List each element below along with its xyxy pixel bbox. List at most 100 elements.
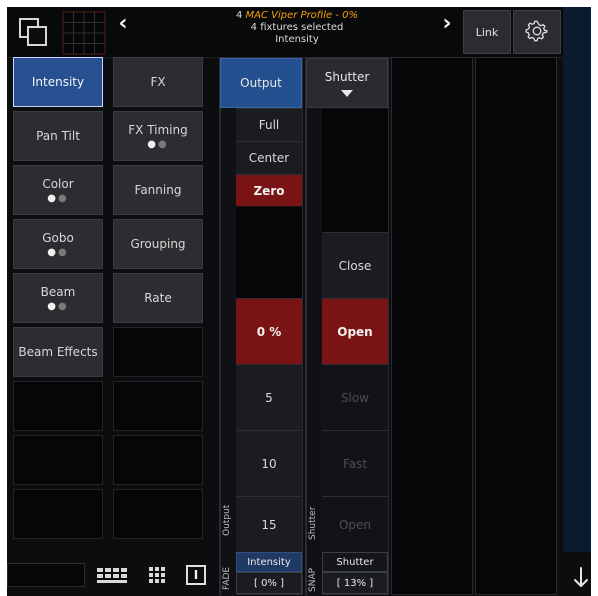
category-fx-button[interactable]: FX xyxy=(113,57,203,107)
category-beam-dots: ●● xyxy=(47,301,69,312)
title-fixtures-selected: 4 fixtures selected xyxy=(250,22,344,33)
empty-slot[interactable] xyxy=(113,435,203,485)
empty-slot[interactable] xyxy=(13,381,103,431)
output-footer-value-label: [ 0% ] xyxy=(253,577,285,589)
shutter-header[interactable]: Shutter xyxy=(306,58,388,108)
category-fx-timing-dots: ●● xyxy=(147,139,169,150)
output-current-value[interactable]: 0 % xyxy=(236,298,302,364)
output-center-label: Center xyxy=(248,151,290,165)
output-full-label: Full xyxy=(258,118,280,132)
shutter-open-2-label: Open xyxy=(338,517,372,532)
title-percent: 0% xyxy=(342,10,359,21)
output-value-15-label: 15 xyxy=(261,517,277,532)
output-fade-label: FADE xyxy=(222,566,232,590)
top-bar: ‹ 4 MAC Viper Profile - 0% 4 fixtures se… xyxy=(7,7,573,58)
app-window: ‹ 4 MAC Viper Profile - 0% 4 fixtures se… xyxy=(7,7,591,596)
info-symbol: I xyxy=(193,568,199,582)
category-grouping-label: Grouping xyxy=(130,237,186,251)
category-gobo-button[interactable]: Gobo ●● xyxy=(13,219,103,269)
output-header-label: Output xyxy=(240,76,282,90)
grid-icon[interactable] xyxy=(145,563,169,587)
link-label: Link xyxy=(475,25,499,39)
keypad-icon[interactable] xyxy=(95,563,131,587)
gear-icon xyxy=(524,18,550,47)
shutter-open-option-2[interactable]: Open xyxy=(322,496,388,552)
category-beam-button[interactable]: Beam ●● xyxy=(13,273,103,323)
command-input-box[interactable] xyxy=(7,563,85,587)
shutter-close-label: Close xyxy=(338,258,372,273)
empty-slot[interactable] xyxy=(113,489,203,539)
output-zero-button[interactable]: Zero xyxy=(236,174,302,206)
category-fx-timing-label: FX Timing xyxy=(128,123,188,137)
output-value-15[interactable]: 15 xyxy=(236,496,302,552)
category-fx-label: FX xyxy=(150,75,166,89)
empty-slot[interactable] xyxy=(113,327,203,377)
category-intensity-button[interactable]: Intensity xyxy=(13,57,103,107)
shutter-panel: Shutter Close Open Slow Fast Open Shutte… xyxy=(305,57,389,596)
output-value-10-label: 10 xyxy=(261,456,277,471)
chevron-down-icon xyxy=(341,89,353,97)
arrow-down-icon[interactable] xyxy=(571,563,591,593)
title-count: 4 xyxy=(235,10,243,21)
settings-button[interactable] xyxy=(513,10,561,54)
output-side-label: Output xyxy=(222,504,232,536)
attribute-column-empty-1 xyxy=(391,57,473,595)
output-value-5[interactable]: 5 xyxy=(236,364,302,430)
category-color-dots: ●● xyxy=(47,193,69,204)
attribute-column-empty-2 xyxy=(475,57,557,595)
shutter-footer-value-label: [ 13% ] xyxy=(336,577,374,589)
shutter-close-option[interactable]: Close xyxy=(322,232,388,298)
empty-slot[interactable] xyxy=(113,381,203,431)
output-full-button[interactable]: Full xyxy=(236,108,302,141)
empty-slot[interactable] xyxy=(13,489,103,539)
title-attribute: Intensity xyxy=(275,34,319,45)
windows-icon[interactable] xyxy=(13,12,55,54)
output-value-10[interactable]: 10 xyxy=(236,430,302,496)
category-color-button[interactable]: Color ●● xyxy=(13,165,103,215)
selection-title: 4 MAC Viper Profile - 0% 4 fixtures sele… xyxy=(167,10,427,46)
category-fx-timing-button[interactable]: FX Timing ●● xyxy=(113,111,203,161)
output-footer-value: [ 0% ] xyxy=(236,572,302,594)
output-zero-label: Zero xyxy=(253,183,285,198)
category-fanning-button[interactable]: Fanning xyxy=(113,165,203,215)
category-rate-button[interactable]: Rate xyxy=(113,273,203,323)
shutter-slow-label: Slow xyxy=(340,390,370,405)
link-button[interactable]: Link xyxy=(463,10,511,54)
shutter-fast-label: Fast xyxy=(342,456,368,471)
shutter-footer-title-label: Shutter xyxy=(336,556,374,568)
empty-slot[interactable] xyxy=(13,435,103,485)
output-current-label: 0 % xyxy=(256,324,282,339)
title-profile: MAC Viper Profile - xyxy=(245,10,339,21)
shutter-open-label: Open xyxy=(337,324,373,339)
output-panel: Output Full Center Zero 0 % 5 10 15 Outp… xyxy=(219,57,303,596)
category-grouping-button[interactable]: Grouping xyxy=(113,219,203,269)
category-pan-tilt-label: Pan Tilt xyxy=(36,129,80,143)
shutter-footer-title: Shutter xyxy=(322,552,388,572)
category-pan-tilt-button[interactable]: Pan Tilt xyxy=(13,111,103,161)
shutter-fast-option[interactable]: Fast xyxy=(322,430,388,496)
category-gobo-label: Gobo xyxy=(42,231,74,245)
category-gobo-dots: ●● xyxy=(47,247,69,258)
chevron-left-icon[interactable]: ‹ xyxy=(111,9,135,37)
output-header[interactable]: Output xyxy=(220,58,302,108)
category-color-label: Color xyxy=(42,177,74,191)
info-icon[interactable]: I xyxy=(183,563,209,587)
chevron-right-icon[interactable]: › xyxy=(435,9,459,37)
right-strip xyxy=(563,7,591,552)
shutter-snap-label: SNAP xyxy=(308,567,318,592)
output-footer-title-label: Intensity xyxy=(247,556,291,568)
output-blank-area xyxy=(236,206,302,298)
category-beam-effects-label: Beam Effects xyxy=(18,345,98,359)
category-beam-effects-button[interactable]: Beam Effects xyxy=(13,327,103,377)
shutter-side-label: Shutter xyxy=(308,506,318,540)
shutter-header-label: Shutter xyxy=(324,69,370,84)
category-rate-label: Rate xyxy=(144,291,172,305)
output-value-5-label: 5 xyxy=(265,390,273,405)
category-beam-label: Beam xyxy=(40,285,76,299)
grid-icon[interactable] xyxy=(61,10,107,56)
shutter-slow-option[interactable]: Slow xyxy=(322,364,388,430)
output-center-button[interactable]: Center xyxy=(236,141,302,174)
shutter-open-option[interactable]: Open xyxy=(322,298,388,364)
category-fanning-label: Fanning xyxy=(134,183,182,197)
output-footer-title: Intensity xyxy=(236,552,302,572)
